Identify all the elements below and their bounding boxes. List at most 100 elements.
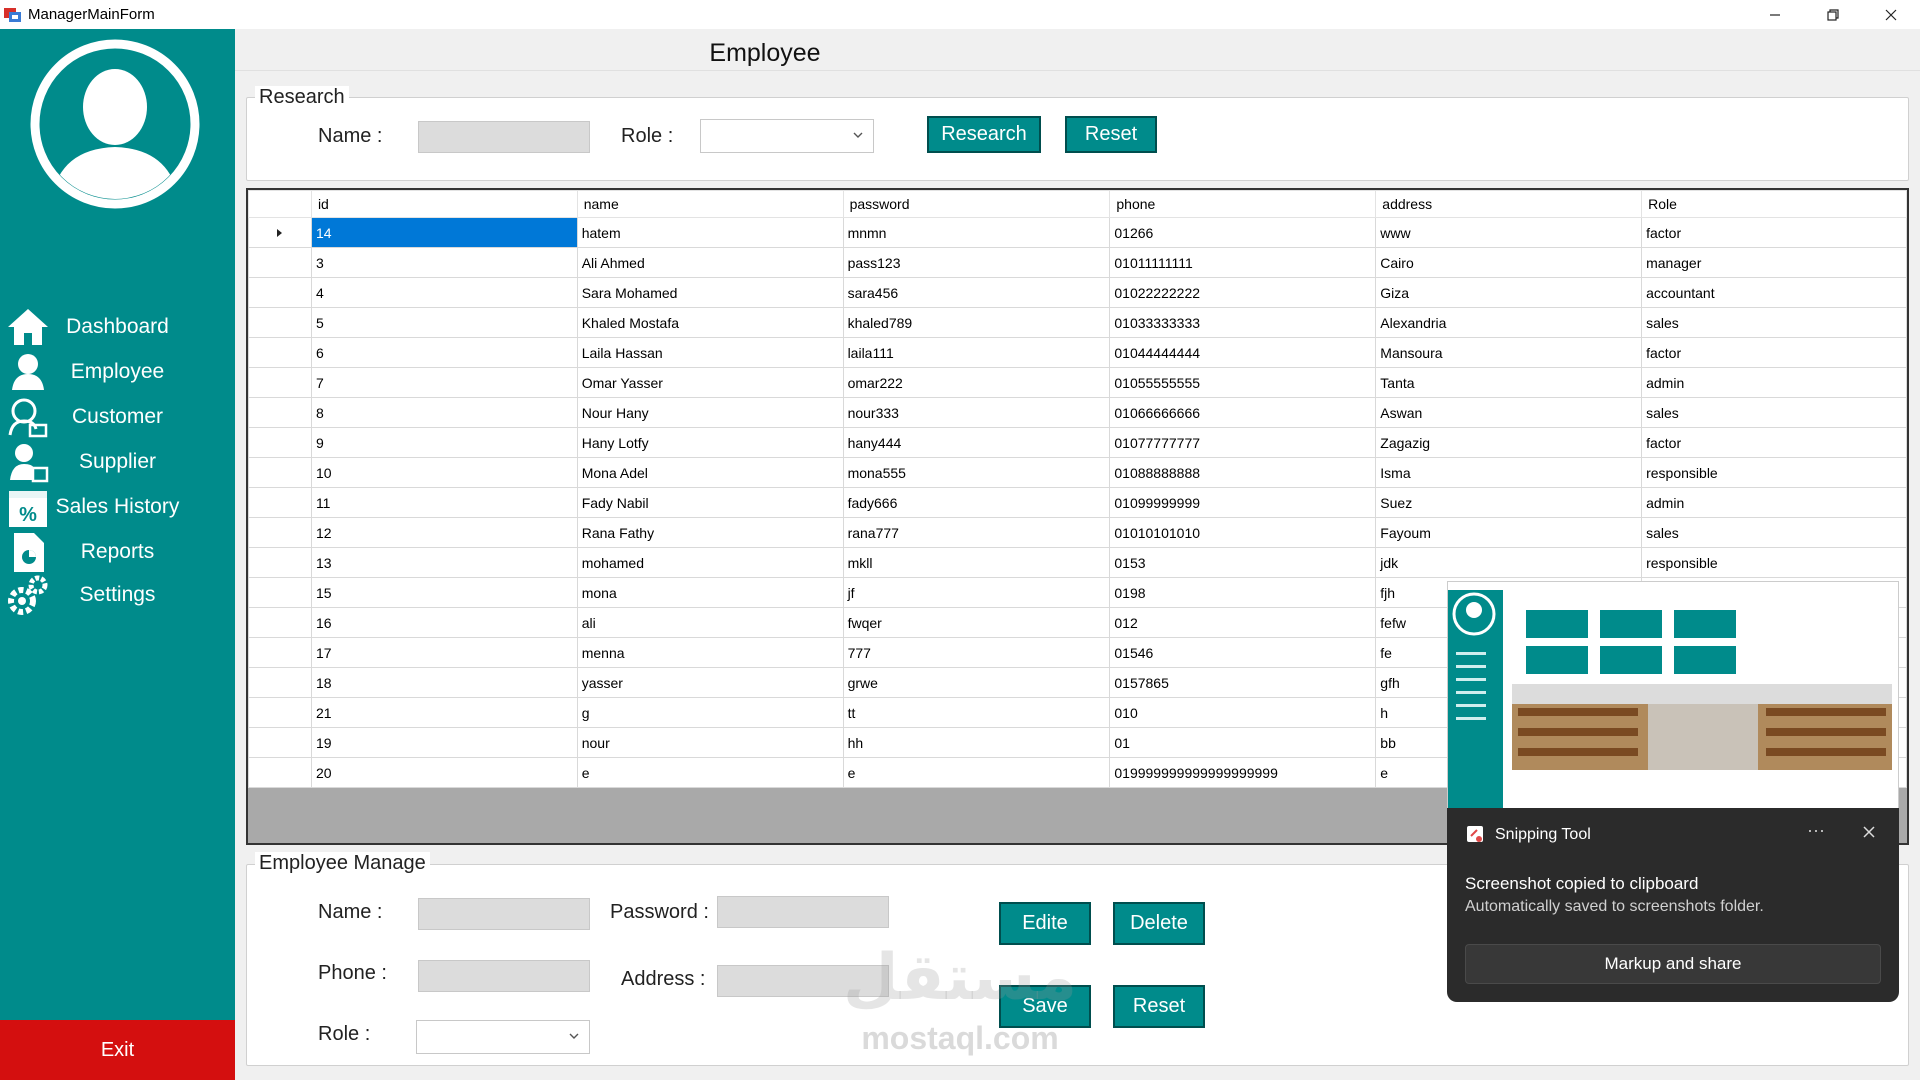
table-cell-id[interactable]: 16 xyxy=(310,607,578,638)
table-cell-phone[interactable]: 0157865 xyxy=(1109,667,1377,698)
row-header[interactable] xyxy=(248,667,312,698)
table-row[interactable]: 14 hatem mnmn 01266 www factor xyxy=(248,217,1907,248)
table-cell-name[interactable]: g xyxy=(576,697,844,728)
table-cell-id[interactable]: 5 xyxy=(310,307,578,338)
table-cell-phone[interactable]: 01044444444 xyxy=(1109,337,1377,368)
table-row[interactable]: 13 mohamed mkll 0153 jdk responsible xyxy=(248,547,1907,578)
row-header[interactable] xyxy=(248,757,312,788)
table-cell-name[interactable]: Rana Fathy xyxy=(576,517,844,548)
table-cell-id[interactable]: 6 xyxy=(310,337,578,368)
row-header[interactable] xyxy=(248,577,312,608)
table-cell-role[interactable]: sales xyxy=(1641,307,1907,338)
table-cell-id[interactable]: 8 xyxy=(310,397,578,428)
table-cell-password[interactable]: pass123 xyxy=(842,247,1111,278)
table-cell-address[interactable]: Fayoum xyxy=(1375,517,1643,548)
table-cell-address[interactable]: www xyxy=(1375,217,1643,248)
table-cell-role[interactable]: responsible xyxy=(1641,547,1907,578)
research-button[interactable]: Research xyxy=(927,116,1041,153)
table-cell-password[interactable]: hh xyxy=(842,727,1111,758)
table-cell-phone[interactable]: 01066666666 xyxy=(1109,397,1377,428)
restore-button[interactable] xyxy=(1804,0,1862,29)
table-cell-password[interactable]: hany444 xyxy=(842,427,1111,458)
table-row[interactable]: 6 Laila Hassan laila111 01044444444 Mansoura… xyxy=(248,337,1907,368)
row-header[interactable] xyxy=(248,247,312,278)
sidebar-item-sales-history[interactable]: % Sales History xyxy=(0,482,235,532)
row-header[interactable] xyxy=(248,517,312,548)
row-header[interactable] xyxy=(248,637,312,668)
table-cell-name[interactable]: Laila Hassan xyxy=(576,337,844,368)
table-cell-id[interactable]: 9 xyxy=(310,427,578,458)
table-cell-phone[interactable]: 012 xyxy=(1109,607,1377,638)
table-row[interactable]: 10 Mona Adel mona555 01088888888 Isma respons… xyxy=(248,457,1907,488)
edit-button[interactable]: Edite xyxy=(999,902,1091,945)
manage-phone-input[interactable] xyxy=(418,960,590,992)
table-cell-name[interactable]: mona xyxy=(576,577,844,608)
table-cell-name[interactable]: Fady Nabil xyxy=(576,487,844,518)
sidebar-item-settings[interactable]: Settings xyxy=(0,570,235,620)
table-cell-phone[interactable]: 01099999999 xyxy=(1109,487,1377,518)
table-cell-password[interactable]: jf xyxy=(842,577,1111,608)
table-cell-password[interactable]: khaled789 xyxy=(842,307,1111,338)
table-cell-name[interactable]: Mona Adel xyxy=(576,457,844,488)
markup-and-share-button[interactable]: Markup and share xyxy=(1465,944,1881,984)
table-cell-password[interactable]: e xyxy=(842,757,1111,788)
table-cell-id[interactable]: 11 xyxy=(310,487,578,518)
table-cell-phone[interactable]: 01077777777 xyxy=(1109,427,1377,458)
table-cell-id[interactable]: 12 xyxy=(310,517,578,548)
table-row[interactable]: 5 Khaled Mostafa khaled789 01033333333 Alexa… xyxy=(248,307,1907,338)
table-cell-address[interactable]: Cairo xyxy=(1375,247,1643,278)
table-cell-id[interactable]: 13 xyxy=(310,547,578,578)
table-cell-role[interactable]: admin xyxy=(1641,487,1907,518)
table-cell-address[interactable]: Suez xyxy=(1375,487,1643,518)
table-cell-id[interactable]: 17 xyxy=(310,637,578,668)
table-cell-password[interactable]: omar222 xyxy=(842,367,1111,398)
table-cell-role[interactable]: sales xyxy=(1641,517,1907,548)
table-cell-name[interactable]: nour xyxy=(576,727,844,758)
table-cell-phone[interactable]: 01011111111 xyxy=(1109,247,1377,278)
table-cell-id[interactable]: 15 xyxy=(310,577,578,608)
row-header[interactable] xyxy=(248,277,312,308)
snip-thumbnail[interactable] xyxy=(1447,581,1899,811)
column-header-name[interactable]: name xyxy=(576,190,844,218)
column-header-role[interactable]: Role xyxy=(1641,190,1907,218)
sidebar-item-dashboard[interactable]: Dashboard xyxy=(0,302,235,352)
table-cell-id[interactable]: 20 xyxy=(310,757,578,788)
table-cell-password[interactable]: fady666 xyxy=(842,487,1111,518)
sidebar-item-employee[interactable]: Employee xyxy=(0,347,235,397)
table-cell-name[interactable]: Khaled Mostafa xyxy=(576,307,844,338)
table-cell-address[interactable]: Tanta xyxy=(1375,367,1643,398)
snipping-tool-toast[interactable]: Snipping Tool ··· Screenshot copied to c… xyxy=(1447,808,1899,1002)
table-row[interactable]: 3 Ali Ahmed pass123 01011111111 Cairo manager xyxy=(248,247,1907,278)
table-row[interactable]: 12 Rana Fathy rana777 01010101010 Fayoum sale… xyxy=(248,517,1907,548)
table-cell-id[interactable]: 3 xyxy=(310,247,578,278)
table-cell-name[interactable]: e xyxy=(576,757,844,788)
close-button[interactable] xyxy=(1862,0,1920,29)
table-row[interactable]: 4 Sara Mohamed sara456 01022222222 Giza accou… xyxy=(248,277,1907,308)
table-cell-role[interactable]: factor xyxy=(1641,217,1907,248)
table-cell-address[interactable]: Aswan xyxy=(1375,397,1643,428)
table-cell-id[interactable]: 21 xyxy=(310,697,578,728)
row-header[interactable] xyxy=(248,217,312,248)
table-cell-password[interactable]: mona555 xyxy=(842,457,1111,488)
table-cell-id[interactable]: 19 xyxy=(310,727,578,758)
table-cell-name[interactable]: Hany Lotfy xyxy=(576,427,844,458)
column-header-phone[interactable]: phone xyxy=(1109,190,1377,218)
table-cell-role[interactable]: factor xyxy=(1641,427,1907,458)
manage-name-input[interactable] xyxy=(418,898,590,930)
exit-button[interactable]: Exit xyxy=(0,1020,235,1080)
row-header[interactable] xyxy=(248,547,312,578)
table-cell-id[interactable]: 10 xyxy=(310,457,578,488)
table-cell-role[interactable]: admin xyxy=(1641,367,1907,398)
row-header[interactable] xyxy=(248,397,312,428)
table-cell-phone[interactable]: 010 xyxy=(1109,697,1377,728)
table-cell-name[interactable]: Nour Hany xyxy=(576,397,844,428)
research-role-select[interactable] xyxy=(700,119,874,153)
table-cell-name[interactable]: Omar Yasser xyxy=(576,367,844,398)
manage-role-select[interactable] xyxy=(416,1020,590,1054)
sidebar-item-customer[interactable]: Customer xyxy=(0,392,235,442)
table-cell-address[interactable]: Zagazig xyxy=(1375,427,1643,458)
row-header[interactable] xyxy=(248,727,312,758)
table-cell-name[interactable]: Sara Mohamed xyxy=(576,277,844,308)
table-cell-phone[interactable]: 01 xyxy=(1109,727,1377,758)
column-header-id[interactable]: id xyxy=(310,190,578,218)
